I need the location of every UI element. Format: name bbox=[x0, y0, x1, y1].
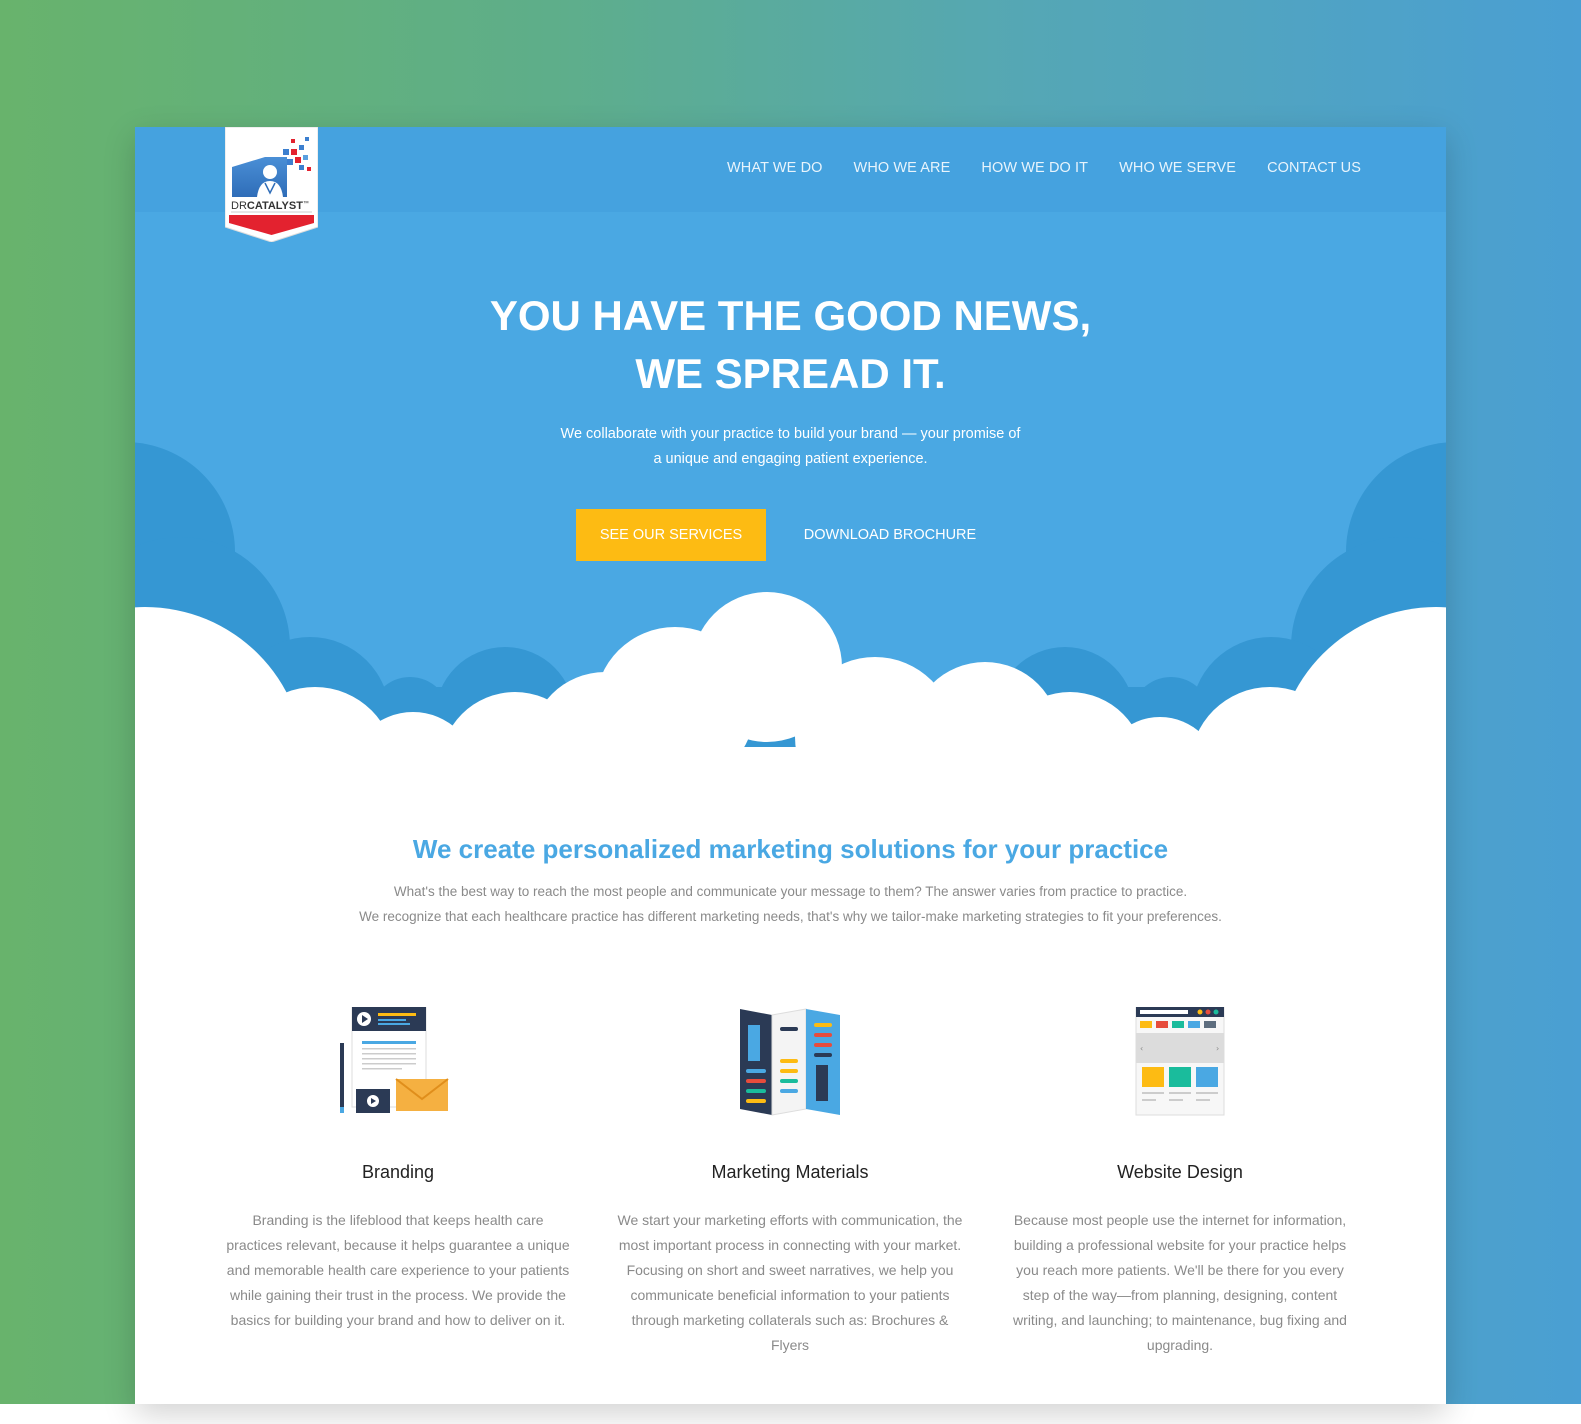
service-website-text: Because most people use the internet for… bbox=[1013, 1212, 1347, 1353]
service-branding-title: Branding bbox=[361, 1162, 435, 1182]
drcatalyst-logo[interactable]: DRCATALYST™ bbox=[225, 127, 318, 242]
logo-main: CATALYST bbox=[247, 200, 303, 212]
service-branding-text: Branding is the lifeblood that keeps hea… bbox=[226, 1212, 570, 1328]
see-our-services-button[interactable]: SEE OUR SERVICES bbox=[576, 509, 766, 561]
service-marketing-title: Marketing Materials bbox=[711, 1162, 869, 1182]
svg-text:‹: ‹ bbox=[1140, 1044, 1143, 1053]
hero-section: DRCATALYST™ WHAT WE DO WHO WE ARE HOW WE… bbox=[135, 127, 1446, 767]
svg-text:DRCATALYST™: DRCATALYST™ bbox=[231, 200, 309, 212]
hero-headline-line1: YOU HAVE THE GOOD NEWS, bbox=[489, 292, 1092, 339]
brochure-icon bbox=[740, 1008, 840, 1116]
nav-who-we-serve[interactable]: WHO WE SERVE bbox=[1119, 160, 1236, 176]
service-website-design: ‹ › Website Design Because most people u… bbox=[995, 1007, 1365, 1358]
nav-contact-us[interactable]: CONTACT US bbox=[1267, 160, 1361, 176]
svg-text:›: › bbox=[1216, 1044, 1219, 1053]
branding-icon bbox=[340, 1007, 449, 1113]
nav-who-we-are[interactable]: WHO WE ARE bbox=[854, 160, 951, 176]
hero-headline: YOU HAVE THE GOOD NEWS, WE SPREAD IT. bbox=[135, 287, 1446, 403]
hero-subline-line2: a unique and engaging patient experience… bbox=[653, 451, 928, 467]
website-frame: DRCATALYST™ WHAT WE DO WHO WE ARE HOW WE… bbox=[135, 127, 1446, 1404]
main-navigation: WHAT WE DO WHO WE ARE HOW WE DO IT WHO W… bbox=[727, 160, 1361, 176]
service-marketing-materials: Marketing Materials We start your market… bbox=[605, 1007, 975, 1358]
service-website-title: Website Design bbox=[1117, 1162, 1243, 1182]
intro-text-line1: What's the best way to reach the most pe… bbox=[393, 884, 1188, 899]
hero-headline-line2: WE SPREAD IT. bbox=[635, 350, 946, 397]
nav-what-we-do[interactable]: WHAT WE DO bbox=[727, 160, 823, 176]
logo-prefix: DR bbox=[231, 200, 247, 212]
intro-text: What's the best way to reach the most pe… bbox=[135, 879, 1446, 929]
logo-trademark: ™ bbox=[303, 200, 309, 207]
hero-subline: We collaborate with your practice to bui… bbox=[135, 422, 1446, 472]
service-marketing-text: We start your marketing efforts with com… bbox=[617, 1212, 963, 1353]
nav-how-we-do-it[interactable]: HOW WE DO IT bbox=[981, 160, 1088, 176]
hero-subline-line1: We collaborate with your practice to bui… bbox=[560, 426, 1021, 442]
website-icon: ‹ › bbox=[1135, 1007, 1225, 1116]
intro-text-line2: We recognize that each healthcare practi… bbox=[359, 909, 1222, 924]
intro-title: We create personalized marketing solutio… bbox=[412, 834, 1169, 864]
service-branding: Branding Branding is the lifeblood that … bbox=[213, 1007, 583, 1333]
download-brochure-link[interactable]: DOWNLOAD BROCHURE bbox=[795, 527, 985, 543]
